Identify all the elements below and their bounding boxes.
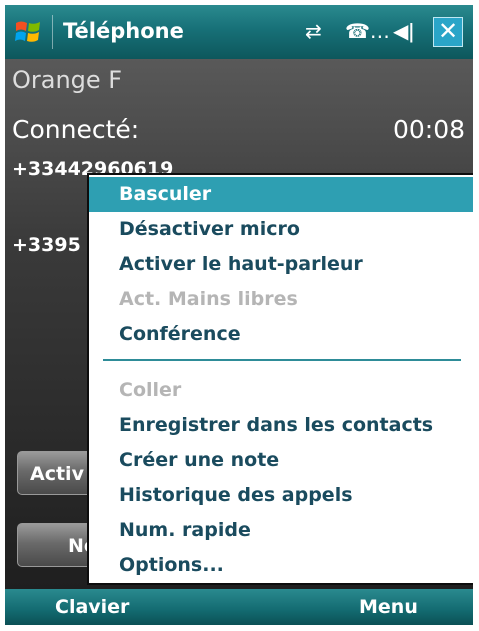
sync-icon[interactable]: ⇄ xyxy=(305,19,322,43)
volume-icon[interactable]: ◀ǀ xyxy=(393,19,414,43)
context-menu: Basculer Désactiver micro Activer le hau… xyxy=(87,173,473,585)
call-icon[interactable]: ☎… xyxy=(345,19,390,43)
title-divider xyxy=(52,15,53,49)
operator-name: Orange F xyxy=(12,66,123,94)
menu-separator xyxy=(103,359,461,361)
menu-item-speaker[interactable]: Activer le haut-parleur xyxy=(89,247,473,282)
menu-item-save-contact[interactable]: Enregistrer dans les contacts xyxy=(89,408,473,443)
second-caller-number: +3395 xyxy=(12,234,81,256)
menu-item-create-note[interactable]: Créer une note xyxy=(89,443,473,478)
title-bar: Téléphone ⇄ ☎… ◀ǀ ✕ xyxy=(5,5,473,59)
start-icon[interactable] xyxy=(13,17,43,47)
call-status: Connecté: xyxy=(12,115,140,144)
softkey-keypad[interactable]: Clavier xyxy=(55,589,129,625)
close-icon[interactable]: ✕ xyxy=(433,17,463,47)
menu-item-paste: Coller xyxy=(119,379,182,401)
page-title: Téléphone xyxy=(63,19,184,43)
menu-item-handsfree: Act. Mains libres xyxy=(119,288,298,310)
phone-screen: Téléphone ⇄ ☎… ◀ǀ ✕ Orange F Connecté: 0… xyxy=(5,5,473,625)
softkey-bar: Clavier Menu xyxy=(5,589,473,625)
menu-item-conference[interactable]: Conférence xyxy=(89,317,473,352)
menu-item-speed-dial[interactable]: Num. rapide xyxy=(89,513,473,548)
menu-item-mute[interactable]: Désactiver micro xyxy=(89,212,473,247)
menu-item-call-history[interactable]: Historique des appels xyxy=(89,478,473,513)
call-timer: 00:08 xyxy=(392,115,465,144)
softkey-menu[interactable]: Menu xyxy=(359,589,418,625)
menu-item-basculer[interactable]: Basculer xyxy=(89,177,473,212)
menu-item-options[interactable]: Options... xyxy=(89,548,473,583)
